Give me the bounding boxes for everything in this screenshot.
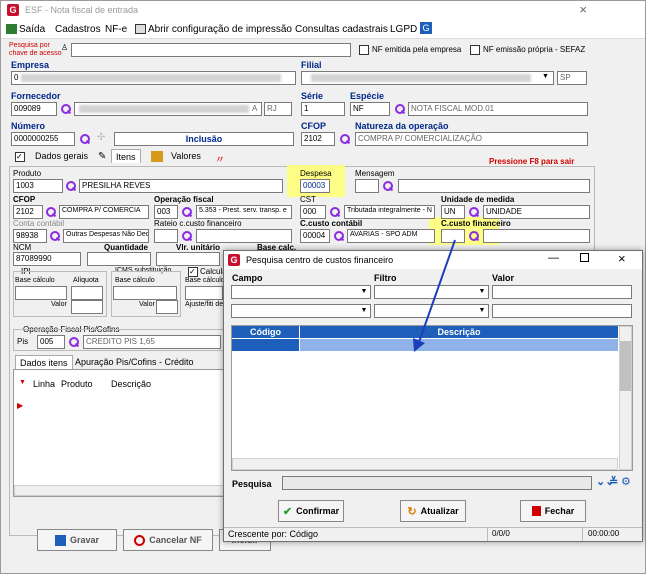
annotation-arrow — [413, 239, 456, 352]
arrow-line — [417, 239, 456, 346]
